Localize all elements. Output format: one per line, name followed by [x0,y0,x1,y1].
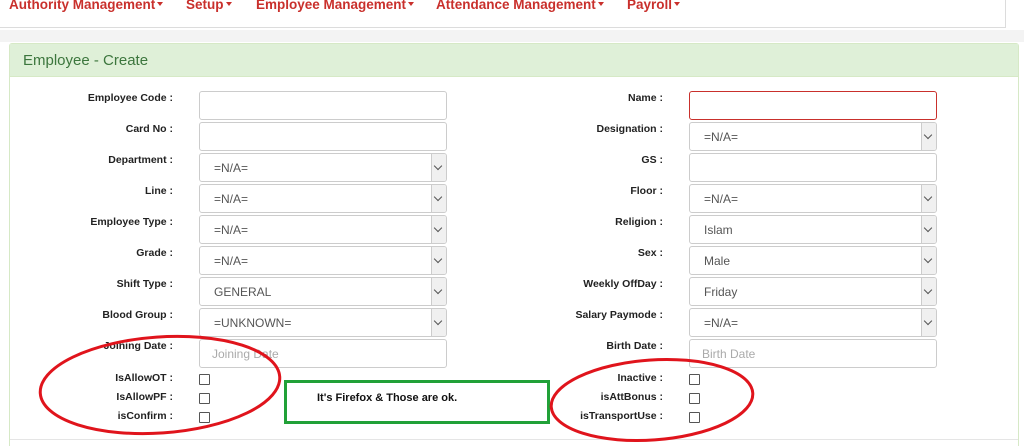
is-confirm-checkbox[interactable] [199,412,210,423]
chevron-down-icon [431,278,446,305]
religion-select[interactable]: Islam [689,215,937,244]
weekly-offday-select[interactable]: Friday [689,277,937,306]
shift-type-label: Shift Type : [116,278,173,290]
birth-date-label: Birth Date : [606,340,663,352]
joining-date-input[interactable] [199,339,447,368]
name-input[interactable] [689,91,937,120]
designation-label: Designation : [596,123,663,135]
is-allow-pf-checkbox[interactable] [199,393,210,404]
card-no-input[interactable] [199,122,447,151]
religion-label: Religion : [615,216,663,228]
chevron-down-icon [921,123,936,150]
employee-code-input[interactable] [199,91,447,120]
top-navbar: Authority Management Setup Employee Mana… [0,0,1006,28]
caret-down-icon [597,2,604,7]
is-att-bonus-checkbox[interactable] [689,393,700,404]
card-no-label: Card No : [125,123,173,135]
is-confirm-label: isConfirm : [117,410,173,422]
gs-input[interactable] [689,153,937,182]
sex-label: Sex : [637,247,663,259]
floor-label: Floor : [630,185,663,197]
shift-type-select[interactable]: GENERAL [199,277,447,306]
nav-attendance-management[interactable]: Attendance Management [436,0,604,12]
line-label: Line : [145,185,173,197]
chevron-down-icon [921,247,936,274]
caret-down-icon [225,2,232,7]
chevron-down-icon [921,278,936,305]
nav-authority-management[interactable]: Authority Management [9,0,164,12]
salary-paymode-select[interactable]: =N/A= [689,308,937,337]
chevron-down-icon [921,185,936,212]
chevron-down-icon [431,185,446,212]
joining-date-label: Joining Date : [103,340,173,352]
chevron-down-icon [921,216,936,243]
gs-label: GS : [641,154,663,166]
is-transport-use-label: isTransportUse : [580,410,663,422]
caret-down-icon [408,2,415,7]
floor-select[interactable]: =N/A= [689,184,937,213]
caret-down-icon [674,2,681,7]
blood-group-select[interactable]: =UNKNOWN= [199,308,447,337]
grade-label: Grade : [136,247,173,259]
employee-type-select[interactable]: =N/A= [199,215,447,244]
inactive-checkbox[interactable] [689,374,700,385]
is-allow-ot-checkbox[interactable] [199,374,210,385]
is-allow-pf-label: IsAllowPF : [116,391,173,403]
caret-down-icon [157,2,164,7]
weekly-offday-label: Weekly OffDay : [583,278,663,290]
chevron-down-icon [921,309,936,336]
department-label: Department : [108,154,173,166]
chevron-down-icon [431,216,446,243]
chevron-down-icon [431,309,446,336]
chevron-down-icon [431,247,446,274]
sex-select[interactable]: Male [689,246,937,275]
name-label: Name : [627,92,663,104]
inactive-label: Inactive : [617,372,663,384]
nav-payroll[interactable]: Payroll [627,0,681,12]
department-select[interactable]: =N/A= [199,153,447,182]
is-allow-ot-label: IsAllowOT : [115,372,173,384]
nav-setup[interactable]: Setup [186,0,232,12]
is-transport-use-checkbox[interactable] [689,412,700,423]
annotation-note-text: It's Firefox & Those are ok. [317,392,458,404]
page-gap [0,30,1024,42]
nav-employee-management[interactable]: Employee Management [256,0,415,12]
birth-date-input[interactable] [689,339,937,368]
panel-title: Employee - Create [10,44,1018,77]
line-select[interactable]: =N/A= [199,184,447,213]
chevron-down-icon [431,154,446,181]
annotation-note-box: It's Firefox & Those are ok. [284,380,550,424]
salary-paymode-label: Salary Paymode : [575,309,663,321]
designation-select[interactable]: =N/A= [689,122,937,151]
divider [10,439,1018,440]
employee-code-label: Employee Code : [87,92,173,104]
grade-select[interactable]: =N/A= [199,246,447,275]
employee-type-label: Employee Type : [90,216,173,228]
blood-group-label: Blood Group : [102,309,173,321]
is-att-bonus-label: isAttBonus : [600,391,663,403]
